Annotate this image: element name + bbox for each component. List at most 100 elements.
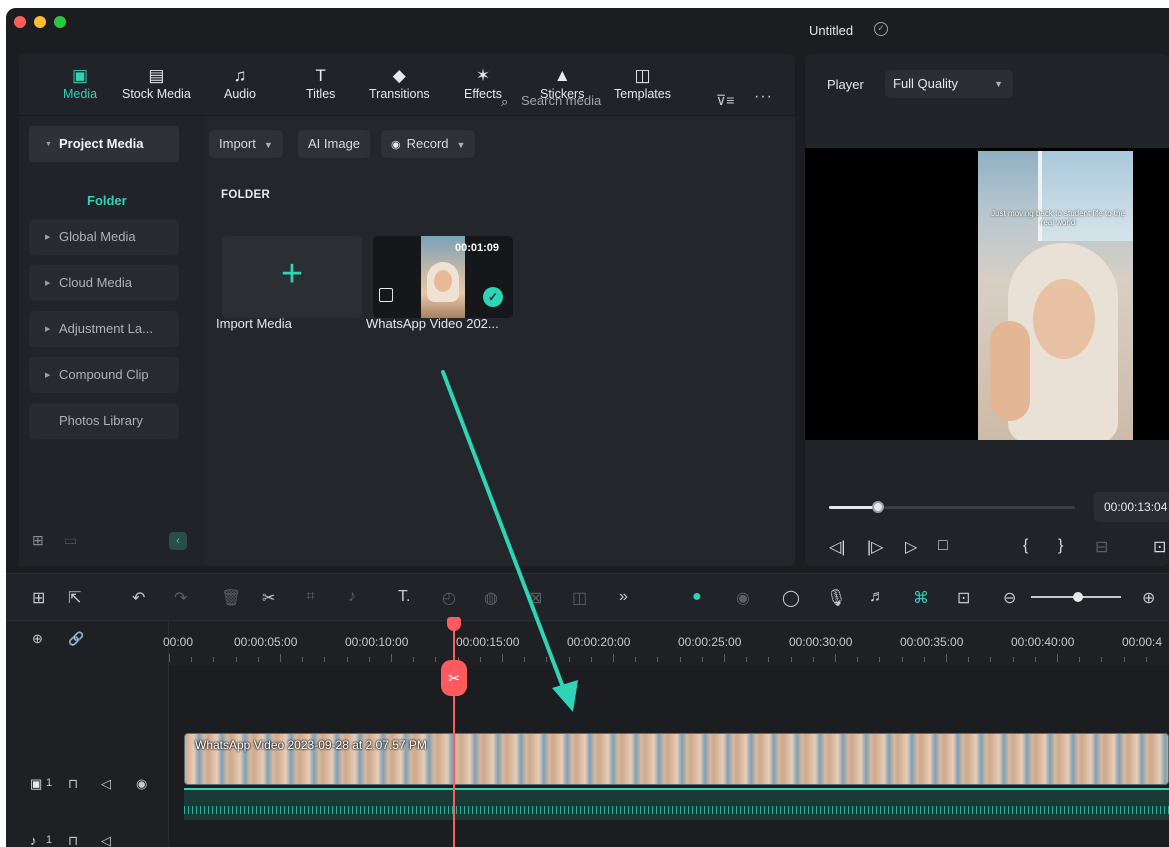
tab-transitions[interactable]: ◆ Transitions (369, 65, 430, 101)
folder-icon[interactable]: ▭ (64, 532, 77, 549)
mark-in-icon[interactable]: { (1023, 537, 1028, 555)
marker-icon[interactable]: ◯ (782, 588, 800, 608)
app-window: Untitled ✓ ▣ Media ▤ Stock Media ♫ Audio… (6, 8, 1169, 847)
sidebar-item-photos-library[interactable]: Photos Library (29, 403, 179, 439)
next-frame-icon[interactable]: |▷ (867, 537, 883, 557)
quality-dropdown[interactable]: Full Quality ▼ (885, 70, 1013, 98)
layout-icon[interactable]: ⊞ (32, 588, 45, 608)
record-dropdown[interactable]: ◉ Record ▼ (381, 130, 476, 158)
ai-image-button[interactable]: AI Image (298, 130, 371, 158)
more-tools-icon[interactable]: » (619, 588, 628, 606)
timeline-toolbar: ⊞ ⇱ ↶ ↷ 🗑 ✂ ⌗ ♪ T. ◴ ◍ ⊠ ◫ » ● ◉ ◯ 🎙 ♬ ⌘… (6, 573, 1169, 621)
ruler-label: 00:00:25:00 (678, 635, 742, 649)
link-icon[interactable]: 🔗 (68, 631, 84, 647)
undo-icon[interactable]: ↶ (132, 588, 145, 608)
keyframe-icon[interactable]: ◫ (572, 588, 587, 608)
audio-waveform-track[interactable] (184, 788, 1169, 820)
playhead-line[interactable] (453, 625, 455, 847)
new-folder-icon[interactable]: ⊞ (32, 532, 44, 549)
window-title: Untitled (809, 23, 854, 38)
sidebar-item-project-media[interactable]: ▼ Project Media (29, 126, 179, 162)
render-icon[interactable]: ◉ (736, 588, 750, 608)
player-label: Player (827, 77, 864, 92)
playback-scrubber-handle[interactable] (872, 501, 885, 513)
sidebar-item-global-media[interactable]: ▶ Global Media (29, 219, 179, 255)
tab-media[interactable]: ▣ Media (63, 65, 97, 101)
ai-image-label: AI Image (308, 136, 361, 151)
audio-icon: ♫ (233, 66, 247, 85)
lock-icon[interactable]: ⊓ (68, 776, 78, 792)
select-tool-icon[interactable]: ⇱ (68, 588, 81, 608)
display-settings-icon[interactable]: ⊟ (1095, 537, 1108, 557)
ruler-tick (1101, 657, 1103, 662)
audio-lock-icon[interactable]: ⊓ (68, 833, 78, 847)
snap-icon[interactable]: ⌘ (913, 588, 929, 608)
previous-frame-icon[interactable]: ◁| (829, 537, 845, 557)
play-icon[interactable]: ▷ (905, 537, 917, 557)
sidebar-item-cloud-media[interactable]: ▶ Cloud Media (29, 265, 179, 301)
ruler-tick (324, 657, 326, 662)
ruler-tick (235, 657, 237, 662)
zoom-slider-handle[interactable] (1073, 592, 1083, 602)
music-icon[interactable]: ♬ (869, 588, 885, 606)
fit-timeline-icon[interactable]: ⊡ (957, 588, 970, 608)
text-icon[interactable]: T. (398, 588, 410, 606)
redo-icon[interactable]: ↷ (174, 588, 187, 608)
video-media-tile[interactable]: 00:01:09 ✓ (373, 236, 513, 318)
import-dropdown[interactable]: Import ▼ (209, 130, 283, 158)
video-preview[interactable]: Just moving back to student life to the … (805, 148, 1169, 440)
audio-track-icon: ♪ (30, 833, 37, 847)
collapse-sidebar-button[interactable]: ‹ (169, 532, 187, 550)
crop-icon[interactable]: ⌗ (306, 588, 315, 606)
zoom-out-icon[interactable]: ⊖ (1003, 588, 1016, 608)
audio-track-number: 1 (46, 834, 53, 846)
search-media-input[interactable] (521, 88, 691, 112)
speaker-icon[interactable]: ◁ (101, 776, 111, 792)
scissors-icon[interactable]: ✂ (262, 588, 275, 608)
import-media-tile[interactable]: + (222, 236, 362, 318)
playhead-handle[interactable] (447, 617, 461, 631)
split-scissors-button[interactable]: ✂ (441, 660, 467, 696)
tab-audio[interactable]: ♫ Audio (224, 65, 256, 101)
ruler-tick (346, 657, 348, 662)
eye-icon[interactable]: ◉ (136, 776, 147, 792)
speed-icon[interactable]: ◴ (442, 588, 456, 608)
tab-effects[interactable]: ✶ Effects (464, 65, 502, 101)
screenshot-icon[interactable]: ⊡ (1153, 537, 1166, 557)
mark-out-icon[interactable]: } (1058, 537, 1063, 555)
add-track-icon[interactable]: ⊕ (32, 631, 43, 647)
ruler-tick (169, 654, 170, 662)
video-clip[interactable]: WhatsApp Video 2023-09-28 at 2.07.57 PM (184, 733, 1169, 785)
audio-speaker-icon[interactable]: ◁ (101, 833, 111, 847)
sidebar-item-compound-clip[interactable]: ▶ Compound Clip (29, 357, 179, 393)
stop-icon[interactable]: □ (938, 537, 948, 555)
close-window-button[interactable] (14, 16, 26, 28)
ruler-tick (923, 657, 925, 662)
maximize-window-button[interactable] (54, 16, 66, 28)
ruler-tick (1034, 657, 1036, 662)
ai-assistant-icon[interactable]: ● (692, 588, 702, 606)
color-icon[interactable]: ◍ (484, 588, 498, 608)
audio-adjust-icon[interactable]: ♪ (348, 588, 356, 606)
ruler-tick (590, 657, 592, 662)
ruler-tick (679, 657, 681, 662)
tab-titles[interactable]: T Titles (306, 65, 335, 101)
ruler-label: 00:00:20:00 (567, 635, 631, 649)
delete-icon[interactable]: 🗑 (221, 588, 241, 608)
ai-tool-icon[interactable]: ⊠ (529, 588, 542, 608)
filter-icon[interactable]: ⊽≡ (716, 92, 734, 109)
ruler-tick (812, 657, 814, 662)
zoom-in-icon[interactable]: ⊕ (1142, 588, 1155, 608)
microphone-icon[interactable]: 🎙 (826, 588, 846, 608)
timeline-ruler[interactable]: 00:00 00:00:05:00 00:00:10:00 00:00:15:0… (163, 621, 1169, 665)
ruler-tick (835, 654, 836, 662)
tab-audio-label: Audio (224, 87, 256, 101)
ruler-tick (768, 657, 770, 662)
more-options-icon[interactable]: ··· (754, 88, 773, 106)
sidebar-item-folder[interactable]: Folder (87, 193, 127, 208)
minimize-window-button[interactable] (34, 16, 46, 28)
sidebar-item-adjustment-layer[interactable]: ▶ Adjustment La... (29, 311, 179, 347)
playback-progress-bar[interactable] (829, 506, 1075, 509)
track-headers: ⊕ 🔗 ▣ 1 ⊓ ◁ ◉ ♪ 1 ⊓ ◁ (6, 621, 169, 847)
tab-stock-media[interactable]: ▤ Stock Media (122, 65, 191, 101)
